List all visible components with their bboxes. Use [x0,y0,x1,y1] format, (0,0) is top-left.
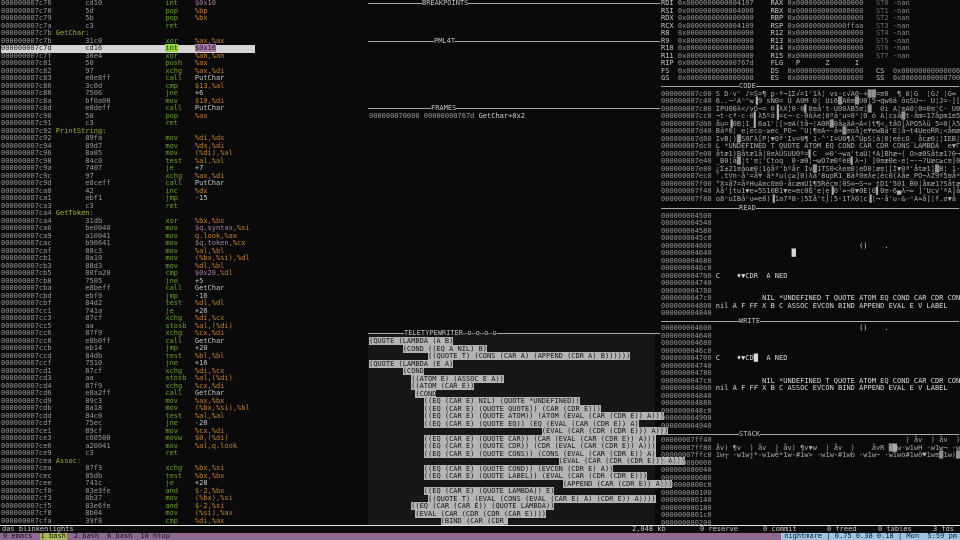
frame-return-address: 00000000767d [423,111,475,120]
read-memory-pane[interactable]: 000000004500 000000004540 000000004580 0… [661,212,960,318]
pml4t-title: PML4T [434,36,456,45]
tmux-window-6-bash[interactable]: 6 bash [106,533,133,540]
tmux-window-0-emacs[interactable]: 0 emacs [2,533,34,540]
read-row: 000000004840 [661,309,716,317]
read-title: READ [739,204,756,212]
tmux-session-status: nightmare | 0.75 0.38 0.18 | Mon 5:59 pm [781,533,960,540]
registers-panel: RDI 0x0000000000004107 RAX 0x00000000000… [661,0,960,83]
write-row: 000000004940 [661,421,716,430]
tmux-window-1-bash[interactable]: 1 bash [39,533,67,540]
breakpoints-section-header: BREAKPOINTS [368,0,660,8]
pml4t-section-header: PML4T [368,36,660,46]
breakpoints-title: BREAKPOINTS [422,0,469,7]
frame-entry[interactable]: 000000070000 00000000767d GetChar+0x2 [369,111,525,121]
blinkenlights-screen: { "panels": { "breakpoints": "BREAKPOINT… [0,0,960,540]
tmux-window-list: 0 emacs 1 bash 2 bash 6 bash 10 htop [2,533,171,540]
teletypewriter-text[interactable]: (QUOTE (LAMBDA (A B) (COND ((EQ A NIL) B… [369,337,686,526]
disassembly-pane[interactable]: 000000007c76 cd10 int $0x10 000000007c78 … [1,0,255,525]
code-row: 000000007f80 o8ⁿuIBåⁿu∞e8)▐1a7ª8-¦5Σå't⌡… [661,194,957,203]
stack-memory-pane[interactable]: 00000007ff40 ) åv ) åv ) 00000007ff80 åv)… [661,436,960,527]
code-memory-pane[interactable]: 000000007c00 S D-v' ♪=S=¶ p-ª¬1Σ√=1'1λ¦ … [661,90,960,204]
tmux-window-10-htop[interactable]: 10 htop [139,533,171,540]
register-row: GS 0x0000000000000000 ES 0x0000000000000… [661,74,960,82]
tmux-window-2-bash[interactable]: 2 bash [73,533,100,540]
frame-symbol: GetChar+0x2 [478,111,525,120]
write-memory-pane[interactable]: 000000004600 () . 000000004640 0000000046… [661,324,960,430]
disasm-row: 000000007cfa 39f8 cmp %di,%ax [1,516,225,525]
frame-stack-address: 000000070000 [369,111,420,120]
tmux-status-bar: 0 emacs 1 bash 2 bash 6 bash 10 htop nightma… [0,533,960,540]
teletypewriter-ornament: —o—o—o—o [463,329,497,337]
